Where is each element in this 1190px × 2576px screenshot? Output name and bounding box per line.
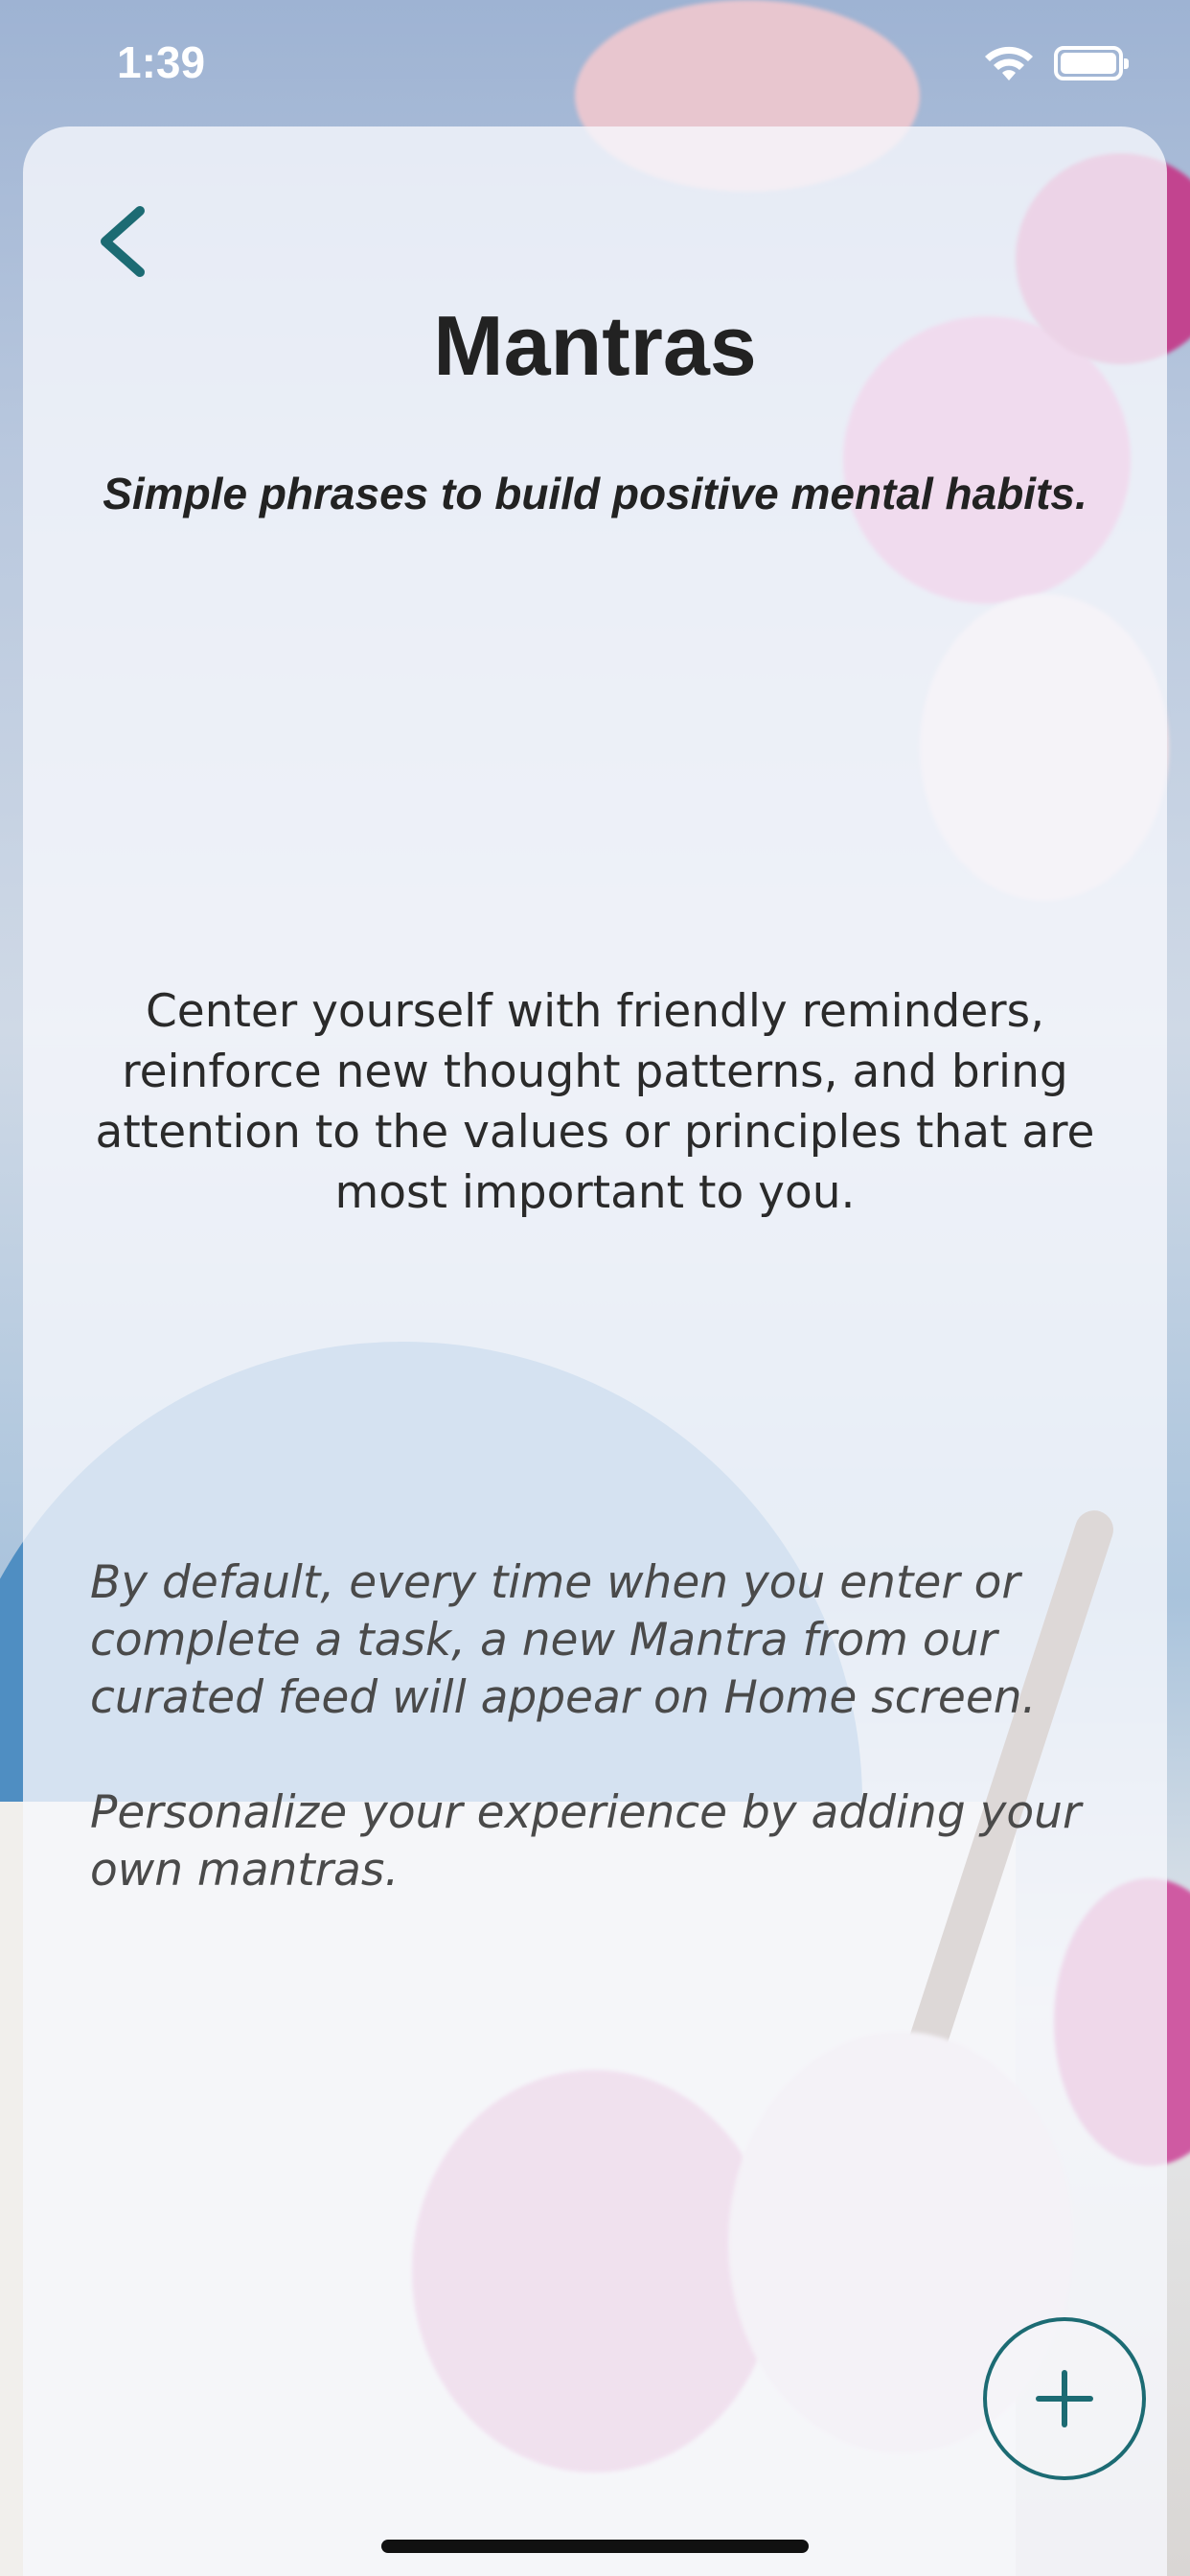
wifi-icon bbox=[985, 46, 1033, 80]
add-mantra-button[interactable] bbox=[983, 2317, 1146, 2480]
page-title: Mantras bbox=[433, 298, 757, 393]
status-bar: 1:39 bbox=[0, 0, 1190, 126]
mantras-sheet: Mantras Simple phrases to build positive… bbox=[23, 126, 1167, 2576]
battery-icon bbox=[1054, 46, 1129, 80]
page-subtitle: Simple phrases to build positive mental … bbox=[103, 469, 1087, 518]
default-mantra-note: By default, every time when you enter or… bbox=[90, 1556, 1037, 1724]
personalize-note: Personalize your experience by adding yo… bbox=[90, 1786, 1082, 1897]
status-time: 1:39 bbox=[117, 37, 206, 87]
intro-text: Center yourself with friendly reminders,… bbox=[95, 985, 1095, 1219]
chevron-left-icon[interactable] bbox=[86, 196, 163, 288]
plus-icon bbox=[1036, 2370, 1093, 2427]
home-indicator[interactable] bbox=[381, 2540, 809, 2553]
